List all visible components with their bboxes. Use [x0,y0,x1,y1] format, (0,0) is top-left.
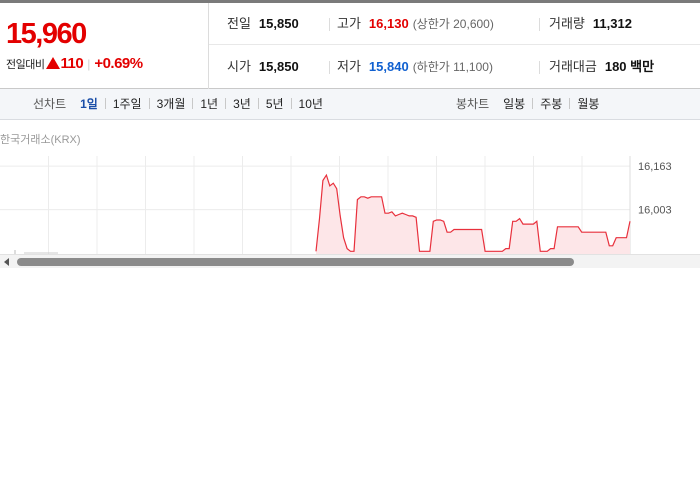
tab-3-months[interactable]: 3개월 [157,97,186,111]
amount-value: 180 백만 [604,59,655,74]
scroll-left-arrow-icon[interactable] [4,258,9,266]
y-tick-label: 16,163 [638,161,672,173]
candle-chart-title: 봉차트 [456,97,490,111]
data-source-label: 한국거래소(KRX) [0,134,81,146]
tab-1-year[interactable]: 1년 [200,97,218,111]
volume-label: 거래량 [549,16,585,31]
tab-1-day[interactable]: 1일 [80,97,98,111]
low-value: 15,840 [368,59,409,74]
candle-chart-tabs: 봉차트 일봉 주봉 월봉 [456,89,599,119]
volume-cell: 거래량 11,312 [539,3,632,45]
volume-value: 11,312 [592,16,632,31]
high-label: 고가 [337,16,361,31]
tab-1-week[interactable]: 1주일 [113,97,142,111]
tab-5-years[interactable]: 5년 [266,97,284,111]
lower-limit: (하한가 11,100) [412,60,493,74]
info-row-2: 시가 15,850 저가 15,840 (하한가 11,100) 거래대금 180 백만 [209,46,700,88]
tab-10-years[interactable]: 10년 [299,97,323,111]
tab-divider [532,98,534,109]
change-row: 전일대비 110 | +0.69% [6,55,143,72]
high-cell: 고가 16,130 (상한가 20,600) [329,3,494,45]
upper-limit: (상한가 20,600) [412,17,494,31]
open-cell: 시가 15,850 [227,46,299,88]
price-chart-area: 16,163 16,003 한국거래소(KRX) [0,120,700,260]
prev-close-cell: 전일 15,850 [227,3,299,45]
high-value: 16,130 [368,16,409,31]
up-triangle-icon [46,57,61,69]
stock-quote-panel: 15,960 전일대비 110 | +0.69% 전일 15,850 고가 16,130(… [0,0,700,89]
tab-divider [192,98,194,109]
prev-close-label: 전일 [227,16,251,31]
low-label: 저가 [337,59,361,74]
change-rate: +0.69% [94,55,143,72]
tab-weekly-candle[interactable]: 주봉 [540,97,562,111]
open-label: 시가 [227,59,251,74]
y-tick-label: 16,003 [638,205,672,217]
low-cell: 저가 15,840 (하한가 11,100) [329,46,493,88]
amount-cell: 거래대금 180 백만 [539,46,654,88]
scroll-thumb[interactable] [17,258,574,266]
line-chart-tabs: 선차트 1일 1주일 3개월 1년 3년 5년 10년 [33,89,323,119]
tab-divider [225,98,227,109]
prev-close-value: 15,850 [258,16,299,31]
tab-divider [569,98,571,109]
change-separator: | [87,57,91,71]
amount-label: 거래대금 [549,59,597,74]
change-amount: 110 [60,55,84,72]
tab-monthly-candle[interactable]: 월봉 [577,97,599,111]
info-row-1: 전일 15,850 고가 16,130 (상한가 20,600) 거래량 11,312 [209,3,700,45]
tab-divider [148,98,150,109]
price-area-fill [316,175,630,254]
tab-divider [257,98,259,109]
price-summary: 15,960 전일대비 110 | +0.69% [0,3,209,89]
tab-divider [290,98,292,109]
tab-divider [104,98,106,109]
chart-period-tabbar: 선차트 1일 1주일 3개월 1년 3년 5년 10년 봉차트 일봉 주봉 월봉 [0,89,700,120]
chart-scrollbar[interactable] [0,254,700,268]
open-value: 15,850 [258,59,299,74]
tab-3-years[interactable]: 3년 [233,97,251,111]
current-price: 15,960 [6,18,87,50]
price-chart: 16,163 16,003 [0,156,672,254]
line-chart-title: 선차트 [33,97,67,111]
change-label: 전일대비 [6,59,45,71]
tab-daily-candle[interactable]: 일봉 [503,97,525,111]
